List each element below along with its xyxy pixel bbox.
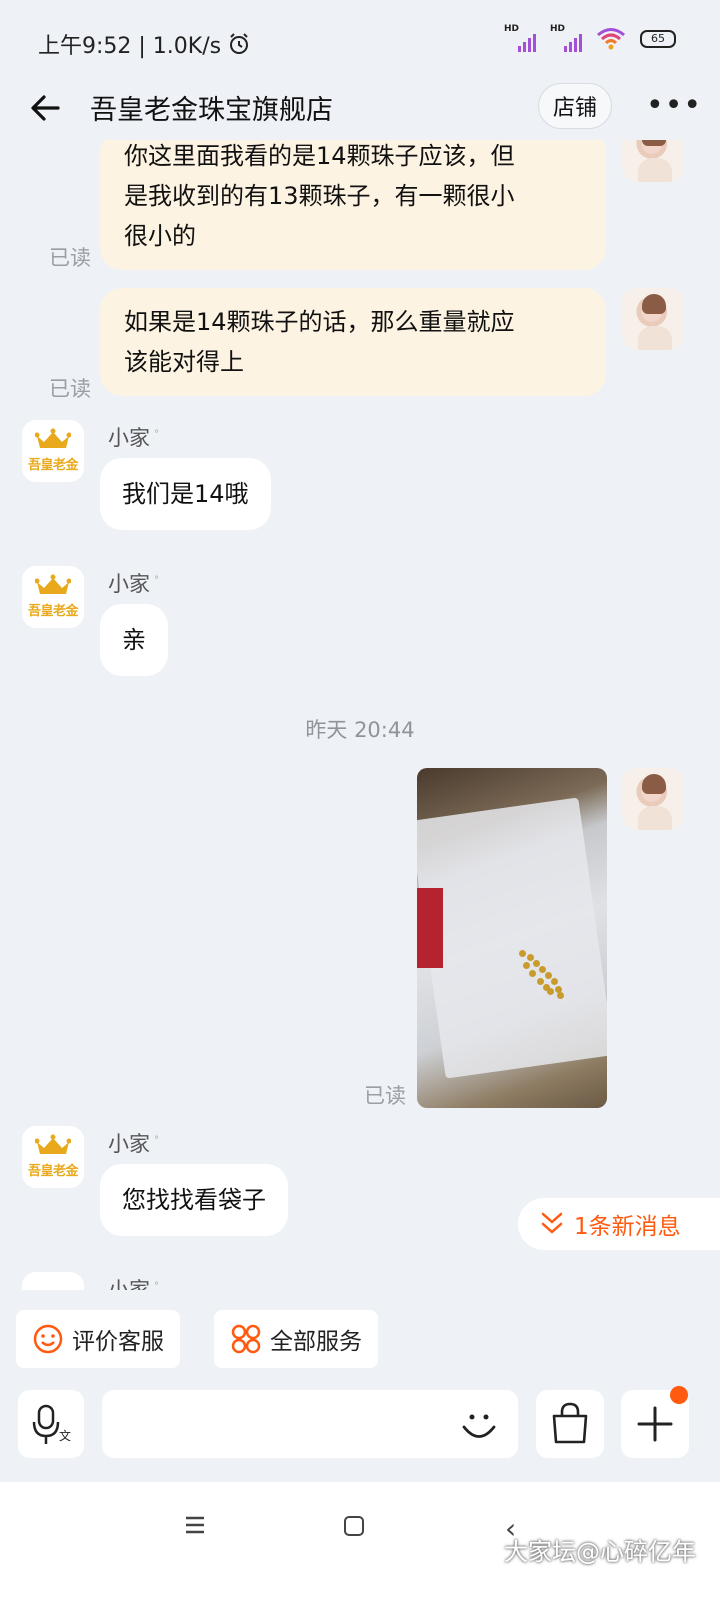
shop-avatar[interactable]: 吾皇老金 [22, 420, 84, 482]
message-line: 你这里面我看的是14颗珠子应该，但 [124, 142, 515, 170]
emoji-icon[interactable] [458, 1404, 500, 1446]
system-nav-bar: ‹ 大家坛@心碎亿年 [0, 1482, 720, 1600]
message-text: 亲 [122, 626, 146, 654]
shop-avatar[interactable]: 吾皇老金 [22, 566, 84, 628]
battery-icon: 65 [640, 26, 680, 52]
timestamp: 昨天 20:44 [305, 718, 415, 742]
user-avatar[interactable] [622, 288, 684, 350]
notification-dot [670, 1386, 688, 1404]
message-line: 如果是14颗珠子的话，那么重量就应 [124, 308, 515, 336]
shopping-bag-button[interactable] [536, 1390, 604, 1458]
page-title: 吾皇老金珠宝旗舰店 [90, 95, 333, 126]
beads-image [517, 948, 564, 999]
home-icon[interactable] [344, 1516, 364, 1536]
crown-icon [35, 574, 71, 594]
smile-icon [33, 1324, 63, 1354]
new-messages-button[interactable]: 1条新消息 [518, 1198, 720, 1250]
signal-icon: HD [504, 24, 536, 52]
crown-icon [35, 428, 71, 448]
message-text: 我们是14哦 [122, 480, 249, 508]
read-receipt: 已读 [49, 246, 91, 270]
status-time: 上午9:52 | 1.0K/s [38, 28, 251, 60]
message-bubble[interactable]: 如果是14颗珠子的话，那么重量就应 该能对得上 [100, 288, 606, 396]
input-row: 文 [0, 1386, 720, 1460]
crown-icon [35, 1134, 71, 1154]
new-messages-label: 1条新消息 [574, 1214, 681, 1240]
menu-icon[interactable] [184, 1514, 206, 1536]
shop-avatar[interactable]: 吾皇老金 [22, 1126, 84, 1188]
sender-name: 小家 ° [108, 572, 159, 596]
service-row: 评价客服 全部服务 [0, 1310, 720, 1370]
read-receipt: 已读 [364, 1084, 406, 1108]
read-receipt: 已读 [49, 377, 91, 401]
sender-name: 小家 ° [108, 1132, 159, 1156]
message-line: 该能对得上 [124, 348, 244, 376]
shop-avatar[interactable] [22, 1272, 84, 1290]
message-input[interactable] [102, 1390, 518, 1458]
sent-photo[interactable] [417, 768, 607, 1108]
microphone-icon: 文 [32, 1404, 71, 1444]
all-services-button[interactable]: 全部服务 [214, 1310, 378, 1368]
sender-name: 小家 ° [108, 1278, 159, 1290]
shop-button[interactable]: 店铺 [538, 83, 612, 129]
chat-area[interactable]: 你这里面我看的是14颗珠子应该，但 是我收到的有13颗珠子，有一颗很小 很小的 … [0, 140, 720, 1290]
sender-name: 小家 ° [108, 426, 159, 450]
rate-service-button[interactable]: 评价客服 [16, 1310, 180, 1368]
svg-text:文: 文 [59, 1428, 71, 1443]
double-chevron-down-icon [541, 1212, 563, 1234]
chat-header: 吾皇老金珠宝旗舰店 店铺 ••• [0, 80, 720, 138]
message-bubble[interactable]: 亲 [100, 604, 168, 676]
more-icon[interactable]: ••• [646, 88, 701, 124]
message-line: 很小的 [124, 222, 196, 250]
voice-input-button[interactable]: 文 [18, 1390, 84, 1458]
back-arrow-icon[interactable] [28, 90, 64, 126]
user-avatar[interactable] [622, 140, 684, 182]
message-text: 您找找看袋子 [122, 1186, 266, 1214]
status-time-text: 上午9:52 | 1.0K/s [38, 34, 222, 59]
shop-avatar-text: 吾皇老金 [27, 604, 79, 619]
status-indicators: HD HD 65 [504, 24, 680, 52]
message-bubble[interactable]: 您找找看袋子 [100, 1164, 288, 1236]
status-bar: 上午9:52 | 1.0K/s HD HD 65 [0, 0, 720, 80]
shopping-bag-icon [552, 1402, 588, 1444]
rate-service-label: 评价客服 [72, 1329, 164, 1355]
wifi-icon [597, 28, 625, 50]
message-bubble[interactable]: 你这里面我看的是14颗珠子应该，但 是我收到的有13颗珠子，有一颗很小 很小的 [100, 140, 606, 270]
shop-avatar-text: 吾皇老金 [27, 458, 79, 473]
signal-icon: HD [550, 24, 582, 52]
all-services-label: 全部服务 [270, 1329, 362, 1355]
message-line: 是我收到的有13颗珠子，有一颗很小 [124, 182, 515, 210]
watermark: 大家坛@心碎亿年 [504, 1538, 696, 1566]
user-avatar[interactable] [622, 768, 684, 830]
grid-icon [231, 1324, 261, 1354]
alarm-icon [230, 33, 249, 54]
shop-avatar-text: 吾皇老金 [27, 1164, 79, 1179]
message-bubble[interactable]: 我们是14哦 [100, 458, 271, 530]
